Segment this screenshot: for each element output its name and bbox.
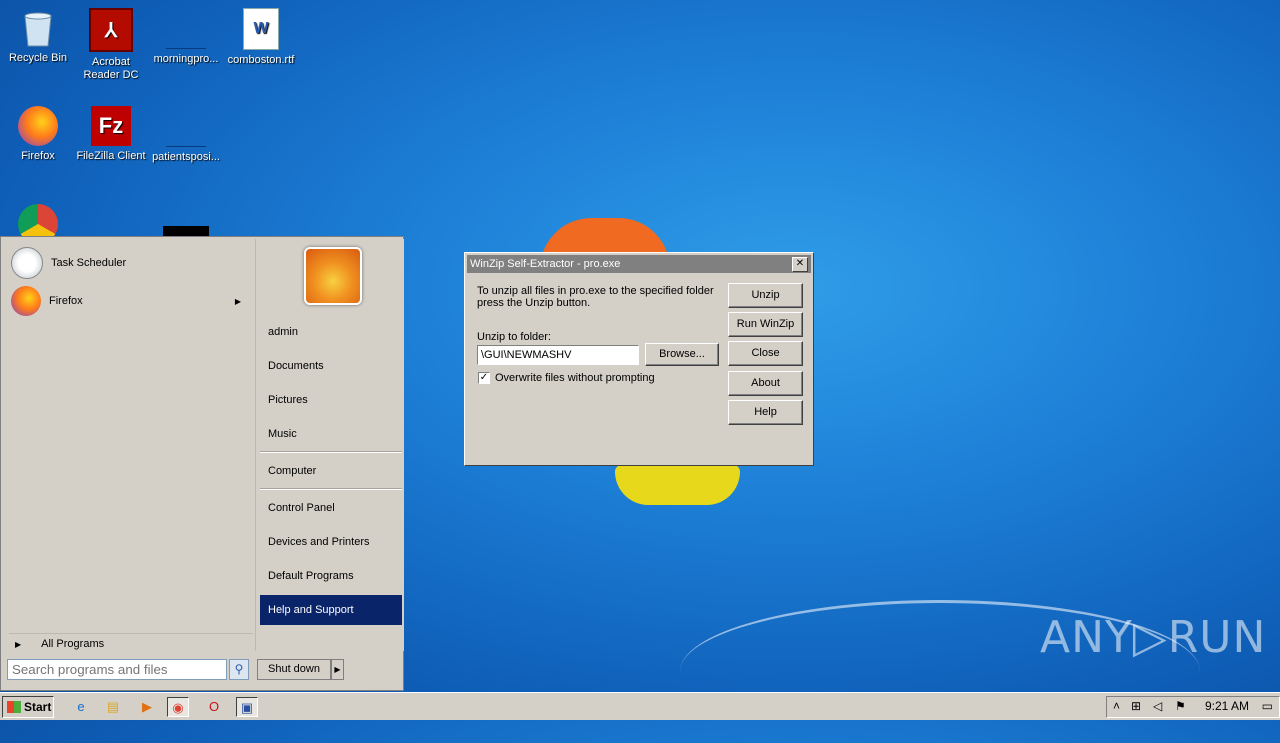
desktop-icon-patientsposi[interactable]: patientsposi... [148, 106, 224, 164]
show-hidden-icons-icon[interactable]: ˄ [1113, 699, 1120, 713]
close-button[interactable]: Close [728, 341, 803, 366]
file-icon [166, 106, 206, 147]
ie-icon[interactable]: e [70, 697, 92, 717]
network-icon[interactable]: ⊞ [1131, 699, 1141, 713]
expand-arrow-icon: ▶ [15, 639, 22, 649]
all-programs-button[interactable]: ▶ All Programs [9, 633, 253, 654]
clock-icon [11, 247, 43, 279]
chrome-icon[interactable]: ◉ [167, 697, 189, 717]
firefox-icon [11, 286, 41, 316]
start-link-devices-printers[interactable]: Devices and Printers [260, 527, 402, 557]
acrobat-icon: ⅄ [89, 8, 133, 52]
explorer-icon[interactable]: ▤ [102, 697, 124, 717]
dialog-titlebar[interactable]: WinZip Self-Extractor - pro.exe ✕ [467, 255, 811, 273]
start-link-help-support[interactable]: Help and Support [260, 595, 402, 625]
overwrite-checkbox-label: Overwrite files without prompting [495, 372, 655, 384]
start-item-firefox[interactable]: Firefox ▶ [11, 285, 251, 317]
desktop-icon-firefox[interactable]: Firefox [0, 106, 76, 163]
start-menu-programs: Task Scheduler Firefox ▶ ▶ All Programs [3, 239, 253, 651]
winzip-icon[interactable]: ▣ [236, 697, 258, 717]
firefox-icon [18, 106, 58, 146]
system-tray: ˄ ⊞ ◁ ⚑ 9:21 AM ▭ [1106, 696, 1280, 718]
close-icon[interactable]: ✕ [792, 257, 808, 272]
wallpaper-logo-yellow [615, 465, 740, 505]
word-doc-icon: W [243, 8, 279, 50]
start-item-task-scheduler[interactable]: Task Scheduler [11, 247, 251, 279]
menu-separator [260, 451, 402, 453]
desktop-icon-morningpro[interactable]: morningpro... [148, 8, 224, 66]
start-link-default-programs[interactable]: Default Programs [260, 561, 402, 591]
clock[interactable]: 9:21 AM [1205, 699, 1249, 713]
winzip-dialog: WinZip Self-Extractor - pro.exe ✕ To unz… [464, 252, 814, 466]
dialog-title: WinZip Self-Extractor - pro.exe [470, 258, 621, 270]
start-link-documents[interactable]: Documents [260, 351, 402, 381]
desktop-icon-recycle-bin[interactable]: Recycle Bin [0, 8, 76, 65]
volume-icon[interactable]: ◁ [1153, 699, 1162, 713]
unzip-folder-label: Unzip to folder: [477, 331, 551, 343]
recycle-bin-icon [18, 8, 58, 48]
desktop-icon-filezilla[interactable]: Fz FileZilla Client [73, 106, 149, 163]
media-player-icon[interactable]: ▶ [136, 697, 158, 717]
desktop-icon-comboston[interactable]: W comboston.rtf [223, 8, 299, 67]
opera-icon[interactable]: O [203, 697, 225, 717]
file-icon [166, 8, 206, 49]
start-link-computer[interactable]: Computer [260, 456, 402, 486]
browse-button[interactable]: Browse... [645, 343, 719, 366]
show-desktop-icon[interactable]: ▭ [1262, 699, 1273, 713]
start-link-admin[interactable]: admin [260, 317, 402, 347]
start-link-control-panel[interactable]: Control Panel [260, 493, 402, 523]
desktop-icon-acrobat[interactable]: ⅄ Acrobat Reader DC [73, 8, 149, 82]
user-avatar[interactable] [304, 247, 362, 305]
start-button[interactable]: Start [2, 696, 54, 718]
submenu-arrow-icon: ▶ [234, 296, 241, 306]
run-winzip-button[interactable]: Run WinZip [728, 312, 803, 337]
dialog-message: To unzip all files in pro.exe to the spe… [477, 285, 714, 309]
menu-separator [260, 488, 402, 490]
unzip-folder-input[interactable] [477, 345, 639, 365]
desktop-icon-dark[interactable] [163, 226, 209, 236]
shutdown-button[interactable]: Shut down [257, 659, 331, 680]
taskbar: Start e ▤ ▶ ◉ O ▣ ˄ ⊞ ◁ ⚑ 9:21 AM ▭ [0, 692, 1280, 720]
search-icon[interactable]: ⚲ [229, 659, 249, 680]
start-menu: Task Scheduler Firefox ▶ ▶ All Programs … [0, 236, 404, 691]
filezilla-icon: Fz [91, 106, 131, 146]
unzip-button[interactable]: Unzip [728, 283, 803, 308]
start-search-input[interactable] [7, 659, 227, 680]
start-link-music[interactable]: Music [260, 419, 402, 449]
start-menu-places: admin Documents Pictures Music Computer … [255, 239, 404, 651]
action-center-flag-icon[interactable]: ⚑ [1175, 699, 1186, 713]
shutdown-options-arrow-icon[interactable]: ▶ [331, 659, 344, 680]
anyrun-watermark: ANY▷RUN [1040, 612, 1267, 663]
overwrite-checkbox[interactable]: ✓ [478, 372, 490, 384]
about-button[interactable]: About [728, 371, 803, 396]
windows-flag-icon [7, 701, 21, 713]
start-link-pictures[interactable]: Pictures [260, 385, 402, 415]
help-button[interactable]: Help [728, 400, 803, 425]
